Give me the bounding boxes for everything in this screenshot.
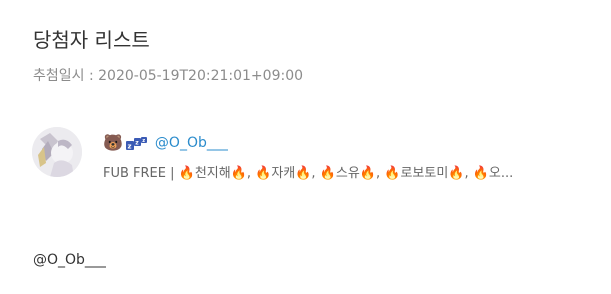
svg-text:z: z	[135, 140, 139, 147]
avatar[interactable]	[32, 127, 82, 177]
zzz-icon: z z z	[125, 136, 148, 151]
svg-text:z: z	[127, 143, 131, 151]
winner-handle-link[interactable]: @O_Ob___	[155, 135, 228, 151]
svg-text:z: z	[142, 138, 145, 144]
draw-time: 추첨일시 : 2020-05-19T20:21:01+09:00	[33, 68, 304, 84]
page-title: 당첨자 리스트	[33, 28, 150, 52]
avatar-image	[32, 127, 82, 177]
bear-emoji: 🐻	[103, 133, 123, 152]
winner-handle-text: @O_Ob___	[33, 252, 106, 268]
winner-handle-row: 🐻 z z z @O_Ob___	[103, 132, 228, 154]
winner-bio: FUB FREE | 🔥천지해🔥, 🔥자캐🔥, 🔥스유🔥, 🔥로보토미🔥, 🔥오…	[103, 166, 514, 181]
winner-card: 🐻 z z z @O_Ob___ FUB FREE | 🔥천지해🔥, 🔥자캐🔥,…	[32, 127, 592, 187]
